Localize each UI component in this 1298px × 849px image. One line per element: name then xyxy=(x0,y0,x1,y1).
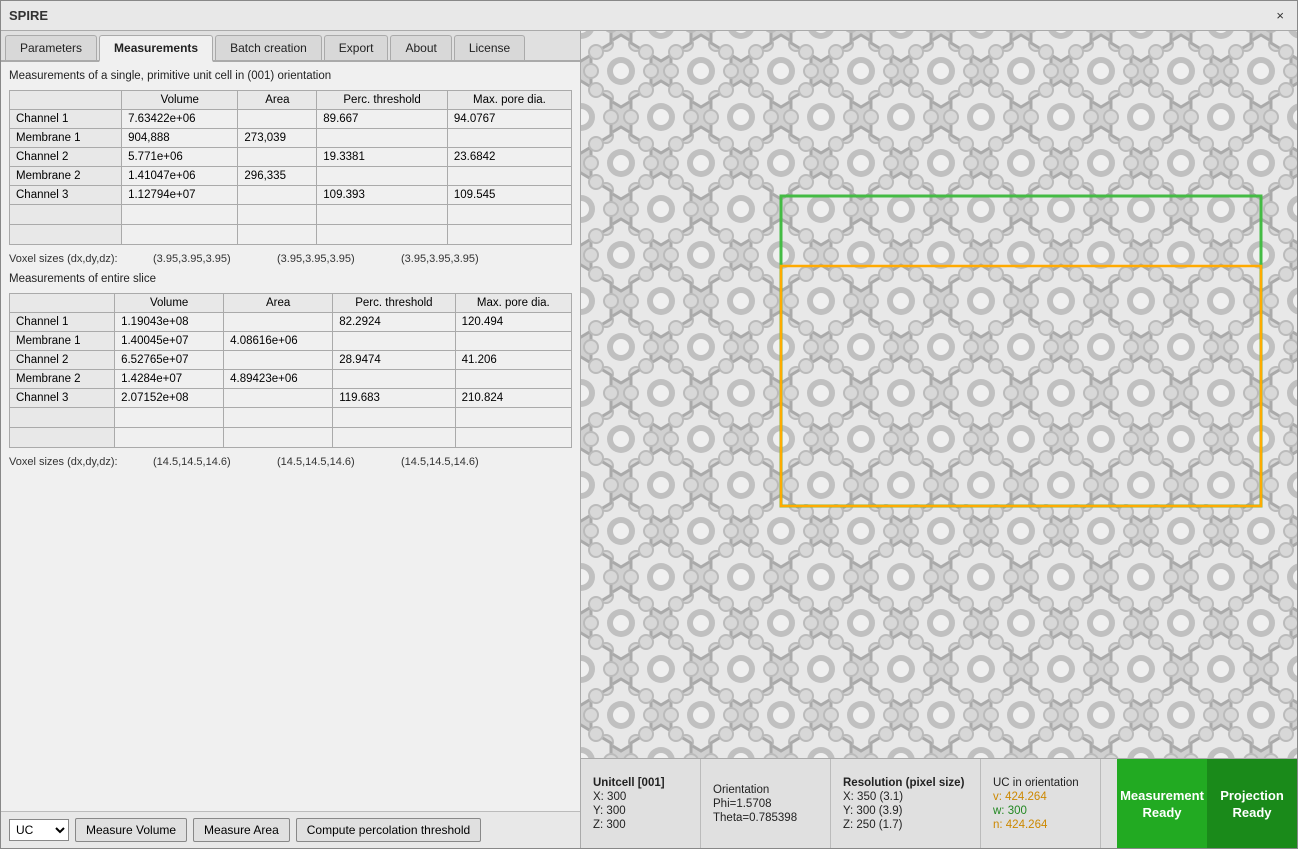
theta-label: Theta=0.785398 xyxy=(713,812,818,824)
measure-volume-button[interactable]: Measure Volume xyxy=(75,818,187,842)
projection-line2: Ready xyxy=(1232,805,1271,820)
resolution-z: Z: 250 (1.7) xyxy=(843,819,968,831)
table-row: Channel 32.07152e+08119.683210.824 xyxy=(10,389,572,408)
measurement-ready-box: Measurement Ready xyxy=(1117,759,1207,848)
image-area xyxy=(581,31,1297,758)
tab-batch[interactable]: Batch creation xyxy=(215,35,322,60)
uc-orientation-label: UC in orientation xyxy=(993,777,1088,789)
table-row: Membrane 21.4284e+074.89423e+06 xyxy=(10,370,572,389)
compute-percolation-button[interactable]: Compute percolation threshold xyxy=(296,818,481,842)
tab-measurements[interactable]: Measurements xyxy=(99,35,213,62)
unitcell-y: Y: 300 xyxy=(593,805,688,817)
col-header-volume: Volume xyxy=(122,91,238,110)
unitcell-label: Unitcell [001] xyxy=(593,777,688,789)
window-title: SPIRE xyxy=(9,8,48,23)
tab-parameters[interactable]: Parameters xyxy=(5,35,97,60)
col-header-area: Area xyxy=(238,91,317,110)
resolution-label: Resolution (pixel size) xyxy=(843,777,968,789)
uc-n-value: n: 424.264 xyxy=(993,819,1088,831)
bottom-controls: UC Measure Volume Measure Area Compute p… xyxy=(1,811,580,848)
voxel-primitive-row: Voxel sizes (dx,dy,dz): (3.95,3.95,3.95)… xyxy=(9,251,572,267)
tab-license[interactable]: License xyxy=(454,35,525,60)
tab-export[interactable]: Export xyxy=(324,35,389,60)
slice-col-perc: Perc. threshold xyxy=(333,294,455,313)
orientation-label: Orientation xyxy=(713,784,818,796)
measurement-line2: Ready xyxy=(1142,805,1181,820)
resolution-y: Y: 300 (3.9) xyxy=(843,805,968,817)
left-panel: Parameters Measurements Batch creation E… xyxy=(1,31,581,848)
uc-dropdown[interactable]: UC xyxy=(9,819,69,841)
col-header-perc: Perc. threshold xyxy=(317,91,448,110)
main-content: Parameters Measurements Batch creation E… xyxy=(1,31,1297,848)
right-panel: Unitcell [001] X: 300 Y: 300 Z: 300 Orie… xyxy=(581,31,1297,848)
table-row: Channel 25.771e+0619.338123.6842 xyxy=(10,148,572,167)
table-row: Membrane 11.40045e+074.08616e+06 xyxy=(10,332,572,351)
table-row xyxy=(10,205,572,225)
measure-area-button[interactable]: Measure Area xyxy=(193,818,290,842)
slice-col-volume: Volume xyxy=(115,294,224,313)
col-header-maxpore: Max. pore dia. xyxy=(447,91,571,110)
uc-orientation-info: UC in orientation v: 424.264 w: 300 n: 4… xyxy=(981,759,1101,848)
unitcell-info: Unitcell [001] X: 300 Y: 300 Z: 300 xyxy=(581,759,701,848)
voxel-slice-val3: (14.5,14.5,14.6) xyxy=(401,456,521,468)
table-row: Channel 17.63422e+0689.66794.0767 xyxy=(10,110,572,129)
voxel-slice-label: Voxel sizes (dx,dy,dz): xyxy=(9,456,149,468)
table-row xyxy=(10,408,572,428)
col-header-name xyxy=(10,91,122,110)
unitcell-z: Z: 300 xyxy=(593,819,688,831)
uc-v-value: v: 424.264 xyxy=(993,791,1088,803)
tab-bar: Parameters Measurements Batch creation E… xyxy=(1,31,580,62)
voxel-primitive-val3: (3.95,3.95,3.95) xyxy=(401,253,521,265)
table-row: Membrane 21.41047e+06296,335 xyxy=(10,167,572,186)
primitive-table: Volume Area Perc. threshold Max. pore di… xyxy=(9,90,572,245)
table-row xyxy=(10,428,572,448)
panel-body: Measurements of a single, primitive unit… xyxy=(1,62,580,811)
slice-col-area: Area xyxy=(224,294,333,313)
voxel-slice-val2: (14.5,14.5,14.6) xyxy=(277,456,397,468)
app-window: SPIRE × Parameters Measurements Batch cr… xyxy=(0,0,1298,849)
resolution-x: X: 350 (3.1) xyxy=(843,791,968,803)
projection-ready-box: Projection Ready xyxy=(1207,759,1297,848)
slice-table: Volume Area Perc. threshold Max. pore di… xyxy=(9,293,572,448)
slice-col-name xyxy=(10,294,115,313)
slice-section-label: Measurements of entire slice xyxy=(9,273,572,285)
voxel-primitive-val1: (3.95,3.95,3.95) xyxy=(153,253,273,265)
uc-w-value: w: 300 xyxy=(993,805,1088,817)
voxel-slice-val1: (14.5,14.5,14.6) xyxy=(153,456,273,468)
unitcell-x: X: 300 xyxy=(593,791,688,803)
table-row: Channel 11.19043e+0882.2924120.494 xyxy=(10,313,572,332)
bottom-bar: Unitcell [001] X: 300 Y: 300 Z: 300 Orie… xyxy=(581,758,1297,848)
voxel-primitive-label: Voxel sizes (dx,dy,dz): xyxy=(9,253,149,265)
table-row xyxy=(10,225,572,245)
voxel-slice-row: Voxel sizes (dx,dy,dz): (14.5,14.5,14.6)… xyxy=(9,454,572,470)
voxel-primitive-val2: (3.95,3.95,3.95) xyxy=(277,253,397,265)
table-row: Channel 26.52765e+0728.947441.206 xyxy=(10,351,572,370)
orientation-info: Orientation Phi=1.5708 Theta=0.785398 xyxy=(701,759,831,848)
slice-col-maxpore: Max. pore dia. xyxy=(455,294,571,313)
resolution-info: Resolution (pixel size) X: 350 (3.1) Y: … xyxy=(831,759,981,848)
primitive-section-label: Measurements of a single, primitive unit… xyxy=(9,70,572,82)
tab-about[interactable]: About xyxy=(390,35,451,60)
title-bar: SPIRE × xyxy=(1,1,1297,31)
phi-label: Phi=1.5708 xyxy=(713,798,818,810)
table-row: Channel 31.12794e+07109.393109.545 xyxy=(10,186,572,205)
measurement-line1: Measurement xyxy=(1120,788,1204,803)
table-row: Membrane 1904,888273,039 xyxy=(10,129,572,148)
membrane-visualization xyxy=(581,31,1297,758)
close-button[interactable]: × xyxy=(1271,6,1289,25)
projection-line1: Projection xyxy=(1220,788,1284,803)
status-boxes: Measurement Ready Projection Ready xyxy=(1117,759,1297,848)
